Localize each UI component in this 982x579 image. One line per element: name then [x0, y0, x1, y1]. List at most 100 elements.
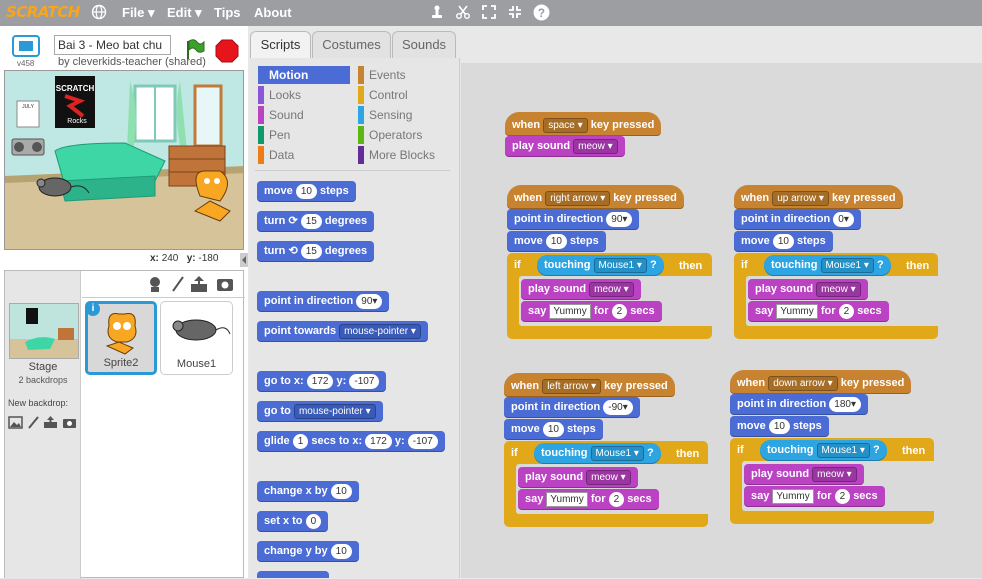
backdrop-library-icon[interactable]	[8, 416, 23, 432]
touching-block[interactable]: touching Mouse1 ▾ ?	[537, 255, 664, 276]
play-sound-block[interactable]: play sound meow ▾	[505, 136, 625, 157]
tips-menu[interactable]: Tips	[214, 5, 241, 20]
say-for-secs-block[interactable]: say Yummy for 2 secs	[518, 489, 659, 510]
collapse-stage-icon[interactable]	[240, 253, 248, 267]
category-sound[interactable]: Sound	[258, 106, 350, 124]
palette-change-x-block[interactable]: change x by 10	[257, 481, 359, 502]
palette-goto-xy-block[interactable]: go to x: 172 y: -107	[257, 371, 387, 392]
edit-menu[interactable]: Edit ▾	[167, 5, 202, 21]
category-data[interactable]: Data	[258, 146, 350, 164]
play-sound-block[interactable]: play sound meow ▾	[518, 467, 638, 488]
when-key-pressed-hat[interactable]: when right arrow ▾ key pressed	[507, 185, 684, 209]
then-label: then	[679, 260, 703, 272]
category-label: More Blocks	[369, 148, 436, 162]
palette-point-towards-block[interactable]: point towards mouse-pointer ▾	[257, 321, 428, 342]
palette-move-block[interactable]: move 10 steps	[257, 181, 356, 202]
when-key-pressed-hat[interactable]: when up arrow ▾ key pressed	[734, 185, 903, 209]
duplicate-icon[interactable]	[428, 4, 446, 22]
help-icon[interactable]: ?	[532, 4, 550, 22]
category-swatch	[258, 86, 264, 104]
if-label: if	[511, 447, 518, 459]
sprite-thumbnail-mouse1[interactable]: Mouse1	[160, 301, 233, 375]
palette-point-direction-block[interactable]: point in direction 90▾	[257, 291, 390, 312]
play-sound-block[interactable]: play sound meow ▾	[521, 279, 641, 300]
sprite-library-icon[interactable]	[146, 275, 164, 296]
palette-turn-left-block[interactable]: turn ⟲ 15 degrees	[257, 241, 375, 262]
about-menu[interactable]: About	[254, 5, 292, 20]
palette-change-y-block[interactable]: change y by 10	[257, 541, 359, 562]
play-sound-block[interactable]: play sound meow ▾	[744, 464, 864, 485]
move-block[interactable]: move 10 steps	[730, 416, 829, 437]
play-sound-block[interactable]: play sound meow ▾	[748, 279, 868, 300]
palette-glide-block[interactable]: glide 1 secs to x: 172 y: -107	[257, 431, 445, 452]
category-label: Looks	[269, 88, 302, 102]
grow-icon[interactable]	[480, 4, 498, 22]
point-direction-block[interactable]: point in direction 180▾	[730, 394, 868, 415]
delete-scissors-icon[interactable]	[454, 4, 472, 22]
stage-backdrop-count: 2 backdrops	[18, 375, 68, 385]
tab-sounds[interactable]: Sounds	[392, 31, 456, 58]
stage-thumbnail[interactable]	[9, 303, 79, 359]
mouse-y: -180	[198, 253, 219, 264]
if-label: if	[737, 444, 744, 456]
upload-sprite-icon[interactable]	[190, 275, 208, 296]
category-sensing[interactable]: Sensing	[358, 106, 450, 124]
category-label: Motion	[269, 68, 309, 82]
category-control[interactable]: Control	[358, 86, 450, 104]
say-for-secs-block[interactable]: say Yummy for 2 secs	[521, 301, 662, 322]
palette-turn-right-block[interactable]: turn ⟳ 15 degrees	[257, 211, 375, 232]
sprite-info-icon[interactable]: i	[86, 302, 100, 316]
tab-scripts[interactable]: Scripts	[250, 31, 311, 58]
category-events[interactable]: Events	[358, 66, 450, 84]
paint-backdrop-icon[interactable]	[27, 416, 40, 432]
palette-set-x-block[interactable]: set x to 0	[257, 511, 329, 532]
turn-right-icon: ⟳	[288, 215, 298, 227]
poster-text: SCRATCH	[56, 84, 95, 93]
project-title-input[interactable]: Bai 3 - Meo bat chu	[54, 35, 171, 55]
file-menu[interactable]: File ▾	[122, 5, 155, 21]
shrink-icon[interactable]	[506, 4, 524, 22]
presentation-mode-icon[interactable]	[12, 35, 40, 57]
upload-backdrop-icon[interactable]	[43, 416, 58, 432]
camera-backdrop-icon[interactable]	[62, 417, 77, 432]
touching-block[interactable]: touching Mouse1 ▾ ?	[760, 440, 887, 461]
svg-text:Rocks: Rocks	[67, 118, 87, 125]
when-key-pressed-hat[interactable]: when left arrow ▾ key pressed	[504, 373, 675, 397]
sprite-name: Sprite2	[103, 357, 139, 369]
camera-sprite-icon[interactable]	[216, 275, 234, 296]
move-block[interactable]: move 10 steps	[504, 419, 603, 440]
globe-icon[interactable]	[90, 4, 108, 22]
point-direction-block[interactable]: point in direction 90▾	[507, 209, 640, 230]
tab-costumes[interactable]: Costumes	[312, 31, 391, 58]
say-for-secs-block[interactable]: say Yummy for 2 secs	[744, 486, 885, 507]
paint-sprite-icon[interactable]	[170, 275, 186, 296]
palette-set-y-block[interactable]	[257, 571, 329, 578]
point-direction-block[interactable]: point in direction -90▾	[504, 397, 640, 418]
say-for-secs-block[interactable]: say Yummy for 2 secs	[748, 301, 889, 322]
touching-block[interactable]: touching Mouse1 ▾ ?	[534, 443, 661, 464]
scratch-logo[interactable]: SCRATCH	[6, 3, 80, 21]
block-palette: Motion Events Looks Control Sound Sensing Pen O…	[250, 58, 460, 578]
stage-canvas[interactable]: SCRATCH Rocks JULY	[4, 70, 244, 250]
green-flag-icon[interactable]	[184, 38, 206, 60]
category-label: Pen	[269, 128, 291, 142]
category-looks[interactable]: Looks	[258, 86, 350, 104]
scripts-area[interactable]: when space ▾ key pressed play sound meow…	[461, 63, 982, 578]
category-pen[interactable]: Pen	[258, 126, 350, 144]
category-more-blocks[interactable]: More Blocks	[358, 146, 450, 164]
sprite-thumbnail-sprite2[interactable]: Sprite2 i	[85, 301, 157, 375]
when-key-pressed-hat[interactable]: when space ▾ key pressed	[505, 112, 662, 136]
if-label: if	[741, 259, 748, 271]
touching-block[interactable]: touching Mouse1 ▾ ?	[764, 255, 891, 276]
palette-goto-block[interactable]: go to mouse-pointer ▾	[257, 401, 383, 422]
category-swatch	[358, 86, 364, 104]
category-operators[interactable]: Operators	[358, 126, 450, 144]
move-block[interactable]: move 10 steps	[507, 231, 606, 252]
when-key-pressed-hat[interactable]: when down arrow ▾ key pressed	[730, 370, 912, 394]
mouse-x: 240	[161, 253, 179, 264]
category-motion[interactable]: Motion	[258, 66, 350, 84]
move-block[interactable]: move 10 steps	[734, 231, 833, 252]
stop-icon[interactable]	[215, 39, 239, 63]
category-swatch	[258, 106, 264, 124]
point-direction-block[interactable]: point in direction 0▾	[734, 209, 861, 230]
